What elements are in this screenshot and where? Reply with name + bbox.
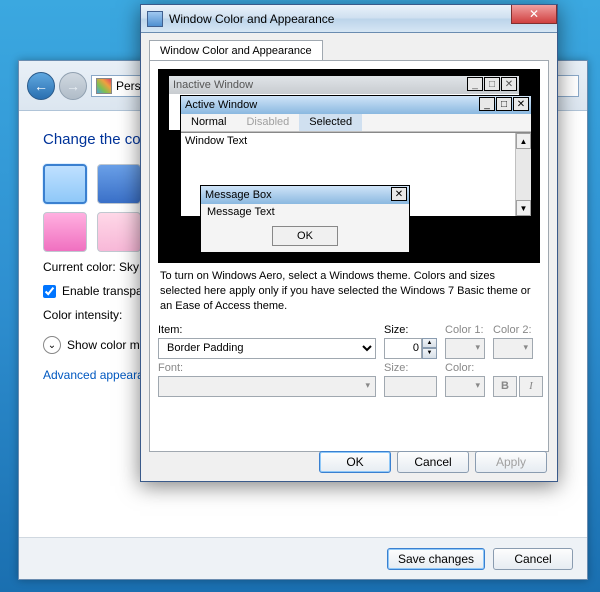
msgbox-close-icon[interactable]: ✕ (391, 187, 407, 201)
font-color-button (445, 376, 485, 397)
preview-area[interactable]: Inactive Window _ □ ✕ Active Window _ □ … (158, 69, 540, 263)
preview-scrollbar[interactable]: ▲ ▼ (515, 133, 531, 216)
tab-strip: Window Color and Appearance (141, 33, 557, 60)
inactive-close-icon[interactable]: ✕ (501, 77, 517, 91)
tab-panel: Inactive Window _ □ ✕ Active Window _ □ … (149, 60, 549, 452)
bg-cancel-button[interactable]: Cancel (493, 548, 573, 570)
cancel-button[interactable]: Cancel (397, 451, 469, 473)
control-panel-icon (96, 78, 112, 94)
save-changes-button[interactable]: Save changes (387, 548, 485, 570)
item-select[interactable]: Border Padding (158, 338, 376, 359)
dialog-titlebar[interactable]: Window Color and Appearance ✕ (141, 5, 557, 33)
ok-button[interactable]: OK (319, 451, 391, 473)
menu-selected[interactable]: Selected (299, 114, 362, 131)
size-input[interactable] (384, 338, 422, 359)
color2-button (493, 338, 533, 359)
swatch-light-pink[interactable] (97, 212, 141, 252)
font-size-label: Size: (384, 362, 437, 374)
menu-normal[interactable]: Normal (181, 114, 236, 131)
menu-disabled: Disabled (236, 114, 299, 131)
font-color-label: Color: (445, 362, 485, 374)
inactive-min-icon[interactable]: _ (467, 77, 483, 91)
msgbox-text: Message Text (201, 204, 409, 220)
inactive-title-text: Inactive Window (173, 79, 253, 91)
font-row: Font: Size: Color: B I (158, 362, 540, 397)
current-color-label: Current color: (43, 260, 116, 274)
color2-label: Color 2: (493, 324, 533, 336)
dialog-footer: OK Cancel Apply (319, 451, 547, 473)
active-max-icon[interactable]: □ (496, 97, 512, 111)
tab-window-color[interactable]: Window Color and Appearance (149, 40, 323, 61)
active-titlebar[interactable]: Active Window _ □ ✕ (181, 96, 531, 114)
size-up-icon[interactable]: ▲ (422, 338, 437, 349)
color1-label: Color 1: (445, 324, 485, 336)
font-size-input (384, 376, 437, 397)
active-close-icon[interactable]: ✕ (513, 97, 529, 111)
expand-mixer-icon[interactable]: ⌄ (43, 336, 61, 354)
dialog-icon (147, 11, 163, 27)
msgbox-titlebar[interactable]: Message Box ✕ (201, 186, 409, 204)
msgbox-title-text: Message Box (205, 189, 272, 201)
scroll-up-icon[interactable]: ▲ (516, 133, 531, 149)
item-row: Item: Border Padding Size: ▲ ▼ Color 1: (158, 324, 540, 359)
font-label: Font: (158, 362, 376, 374)
bg-footer: Save changes Cancel (19, 537, 587, 579)
size-down-icon[interactable]: ▼ (422, 348, 437, 359)
swatch-pink[interactable] (43, 212, 87, 252)
nav-forward-button[interactable]: → (59, 72, 87, 100)
item-label: Item: (158, 324, 376, 336)
current-color-value: Sky (119, 260, 139, 274)
hint-text: To turn on Windows Aero, select a Window… (158, 263, 540, 324)
preview-message-box[interactable]: Message Box ✕ Message Text OK (200, 185, 410, 253)
swatch-sky[interactable] (43, 164, 87, 204)
italic-button: I (519, 376, 543, 397)
color1-button (445, 338, 485, 359)
size-label: Size: (384, 324, 437, 336)
swatch-blue[interactable] (97, 164, 141, 204)
transparency-checkbox[interactable] (43, 285, 56, 298)
inactive-titlebar[interactable]: Inactive Window _ □ ✕ (169, 76, 519, 94)
inactive-max-icon[interactable]: □ (484, 77, 500, 91)
font-select (158, 376, 376, 397)
size-spinner[interactable]: ▲ ▼ (384, 338, 437, 359)
scroll-down-icon[interactable]: ▼ (516, 200, 531, 216)
preview-menu-bar[interactable]: Normal Disabled Selected (181, 114, 531, 132)
bold-button: B (493, 376, 517, 397)
dialog-close-button[interactable]: ✕ (511, 5, 557, 24)
window-text: Window Text (185, 135, 247, 147)
nav-back-button[interactable]: ← (27, 72, 55, 100)
dialog-title-text: Window Color and Appearance (169, 12, 334, 26)
apply-button: Apply (475, 451, 547, 473)
msgbox-ok-button[interactable]: OK (272, 226, 338, 246)
active-title-text: Active Window (185, 99, 257, 111)
window-color-appearance-dialog: Window Color and Appearance ✕ Window Col… (140, 4, 558, 482)
active-min-icon[interactable]: _ (479, 97, 495, 111)
address-text: Pers (116, 79, 141, 93)
caption-buttons: ✕ (511, 5, 557, 24)
